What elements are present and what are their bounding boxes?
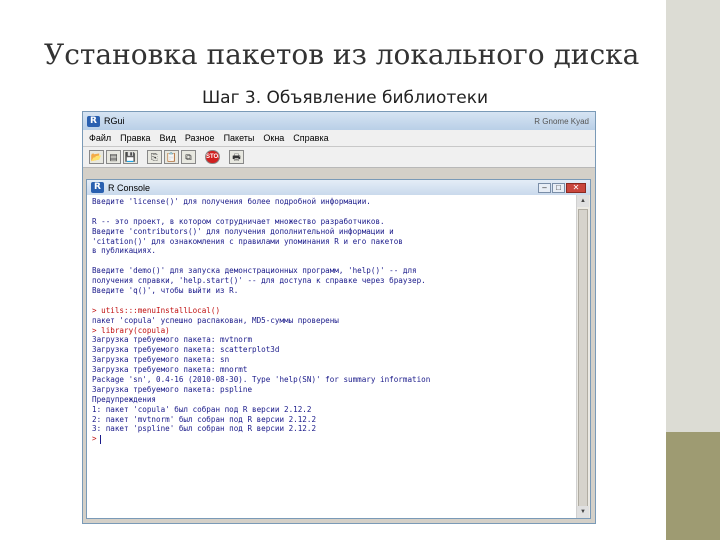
menu-edit[interactable]: Правка <box>120 133 150 143</box>
open-script-icon[interactable]: 📂 <box>89 150 104 164</box>
r-console-window: R R Console – □ ✕ Введите 'license()' дл… <box>86 179 591 519</box>
console-output-line: 3: пакет 'pspline' был собран под R верс… <box>92 424 317 434</box>
text-cursor <box>99 434 101 444</box>
console-titlebar: R R Console – □ ✕ <box>87 180 590 195</box>
menu-file[interactable]: Файл <box>89 133 111 143</box>
console-command-line: > utils:::menuInstallLocal() <box>92 305 221 315</box>
console-title: R Console <box>108 182 151 193</box>
console-output-line: Введите 'q()', чтобы выйти из R. <box>92 286 239 296</box>
console-output-line: 'citation()' для ознакомления с правилам… <box>92 236 403 246</box>
console-output-line: Предупреждения <box>92 394 157 404</box>
console-output-line: Загрузка требуемого пакета: mnormt <box>92 365 248 375</box>
rgui-title-right: R Gnome Kyad <box>534 116 589 126</box>
console-output-line: R -- это проект, в котором сотрудничает … <box>92 216 385 226</box>
console-output-line: Package 'sn', 0.4-16 (2010-08-30). Type … <box>92 375 431 385</box>
scroll-down-icon[interactable]: ▼ <box>577 506 589 518</box>
console-output-line: 1: пакет 'copula' был собран под R верси… <box>92 404 312 414</box>
decorative-corner-block <box>666 432 720 540</box>
copy-paste-icon[interactable]: ⧉ <box>181 150 196 164</box>
slide-subtitle: Шаг 3. Объявление библиотеки <box>202 88 489 108</box>
console-scrollbar[interactable]: ▲ ▼ <box>576 195 590 518</box>
minimize-icon[interactable]: – <box>538 182 551 193</box>
close-icon[interactable]: ✕ <box>566 182 586 193</box>
rgui-window: R RGui R Gnome Kyad Файл Правка Вид Разн… <box>82 111 596 524</box>
paste-icon[interactable]: 📋 <box>164 150 179 164</box>
console-output-line: Загрузка требуемого пакета: mvtnorm <box>92 335 253 345</box>
stop-icon[interactable]: STOP <box>205 150 220 164</box>
console-output-line: Загрузка требуемого пакета: sn <box>92 355 230 365</box>
console-output-line: Введите 'license()' для получения более … <box>92 197 371 206</box>
menu-misc[interactable]: Разное <box>185 133 215 143</box>
console-output-line: пакет 'copula' успешно распакован, MD5-с… <box>92 315 339 325</box>
r-logo-icon: R <box>87 115 100 127</box>
rgui-titlebar: R RGui R Gnome Kyad <box>83 112 595 130</box>
console-output-line: получения справки, 'help.start()' -- для… <box>92 276 426 286</box>
menu-help[interactable]: Справка <box>293 133 328 143</box>
menu-windows[interactable]: Окна <box>263 133 284 143</box>
menubar: Файл Правка Вид Разное Пакеты Окна Справ… <box>83 130 595 147</box>
console-output-line: Введите 'contributors()' для получения д… <box>92 226 394 236</box>
maximize-icon[interactable]: □ <box>552 182 565 193</box>
console-output-line: Загрузка требуемого пакета: scatterplot3… <box>92 345 280 355</box>
console-output[interactable]: Введите 'license()' для получения более … <box>87 195 577 518</box>
console-output-line: в публикациях. <box>92 246 157 256</box>
scrollbar-thumb[interactable] <box>578 209 588 509</box>
copy-icon[interactable]: ⎘ <box>147 150 162 164</box>
rgui-title: RGui <box>104 116 125 126</box>
slide-title: Установка пакетов из локального диска <box>44 38 640 71</box>
console-command-line: > library(copula) <box>92 325 170 335</box>
console-output-line: 2: пакет 'mvtnorm' был собран под R верс… <box>92 414 317 424</box>
load-workspace-icon[interactable]: ▤ <box>106 150 121 164</box>
menu-view[interactable]: Вид <box>160 133 176 143</box>
console-output-line: Загрузка требуемого пакета: pspline <box>92 384 253 394</box>
print-icon[interactable]: 🖶 <box>229 150 244 164</box>
toolbar: 📂 ▤ 💾 ⎘ 📋 ⧉ STOP 🖶 <box>83 147 595 168</box>
save-workspace-icon[interactable]: 💾 <box>123 150 138 164</box>
console-command-line: > <box>92 434 572 444</box>
console-output-line: Введите 'demo()' для запуска демонстраци… <box>92 266 417 276</box>
menu-packages[interactable]: Пакеты <box>224 133 255 143</box>
console-r-logo-icon: R <box>91 182 104 193</box>
scroll-up-icon[interactable]: ▲ <box>577 195 589 207</box>
